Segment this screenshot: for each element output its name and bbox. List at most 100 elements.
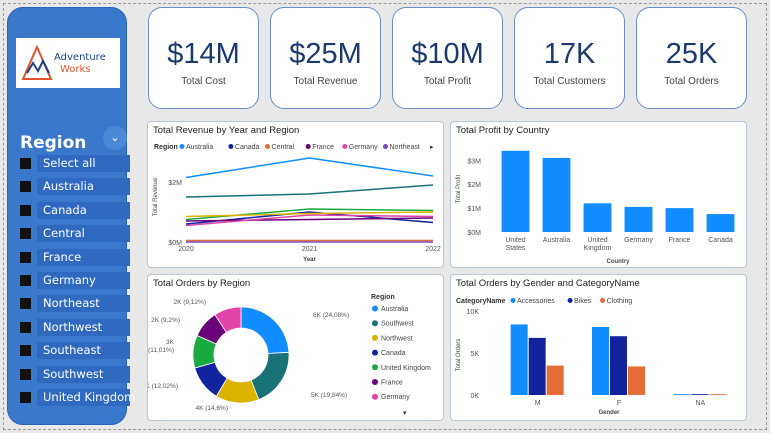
kpi-value: $14M: [167, 38, 240, 70]
x-tick-label: United Kingdom: [584, 237, 612, 252]
kpi-card: $10M Total Profit: [392, 7, 503, 109]
legend-marker: [600, 298, 606, 303]
series-line: [185, 157, 434, 179]
y-tick-label: $3M: [467, 158, 481, 165]
bar: [706, 214, 735, 232]
legend-marker: [265, 144, 270, 149]
y-tick-label: 0K: [470, 393, 479, 400]
y-tick-label: $0M: [467, 230, 481, 237]
kpi-label: Total Orders: [664, 76, 719, 87]
checkbox[interactable]: [20, 228, 31, 240]
legend-marker: [228, 144, 234, 149]
slicer-item[interactable]: Central: [20, 225, 130, 243]
bar: [673, 394, 691, 395]
legend-marker: [372, 393, 378, 400]
x-tick-label: Germany: [624, 237, 653, 244]
slicer-item[interactable]: Southeast: [20, 342, 130, 360]
legend-title: Region: [371, 294, 395, 301]
kpi-label: Total Revenue: [293, 76, 358, 87]
legend-scroll-icon: ▸: [430, 144, 434, 151]
orders-donut-panel: Total Orders by Region 6K (24,08%) 5K (19…: [147, 274, 444, 421]
checkbox[interactable]: [20, 345, 31, 357]
bar: [610, 336, 627, 395]
bar: [546, 365, 564, 395]
data-label: 4K (14,6%): [195, 405, 228, 412]
x-tick-label: France: [669, 237, 691, 244]
legend-item: Canada: [235, 144, 260, 151]
slicer-item[interactable]: Canada: [20, 201, 130, 219]
x-tick-label: Canada: [708, 237, 733, 244]
x-axis-title: Gender: [598, 410, 620, 416]
bar: [665, 208, 694, 232]
slicer-item[interactable]: Germany: [20, 272, 130, 289]
donut-slice: [240, 306, 290, 354]
bar: [691, 394, 709, 395]
orders-gender-chart[interactable]: CategoryName Accessories Bikes Clothing 0K 5K…: [451, 275, 748, 422]
y-axis-title: Total Revenue: [153, 177, 159, 216]
orders-donut-chart[interactable]: 6K (24,08%) 5K (19,84%) 4K (14,6%) 3K (12,0…: [148, 275, 445, 422]
slicer-item-label: Southeast: [37, 342, 130, 360]
slicer-item[interactable]: Select all: [20, 155, 130, 172]
kpi-card: $14M Total Cost: [148, 7, 259, 109]
x-axis-title: Country: [607, 259, 631, 265]
legend-marker: [567, 298, 573, 303]
checkbox[interactable]: [20, 251, 31, 263]
legend-marker: [372, 334, 378, 341]
bar: [501, 150, 530, 232]
data-label: 2K (9,2%): [151, 317, 180, 324]
chevron-down-icon[interactable]: ⌄: [103, 126, 127, 150]
checkbox[interactable]: [20, 181, 31, 193]
legend-item: Germany: [349, 144, 378, 151]
y-axis-title: Total Profit: [456, 175, 462, 204]
legend-marker: [179, 144, 185, 149]
data-label: 2K (9,12%): [173, 299, 206, 306]
bar: [510, 324, 528, 395]
bar: [528, 337, 546, 395]
legend-marker: [383, 144, 388, 149]
legend-item: Canada: [381, 350, 406, 357]
report-canvas: Adventure Works Region ⌄ Select all Austr…: [0, 0, 770, 433]
data-label: 5K (19,84%): [311, 392, 347, 399]
y-tick-label: $2M: [168, 180, 182, 187]
slicer-item[interactable]: Australia: [20, 178, 130, 196]
checkbox[interactable]: [20, 368, 31, 380]
legend-item: Bikes: [574, 298, 592, 305]
legend-item: Clothing: [607, 298, 633, 305]
x-tick-label: Australia: [543, 237, 570, 244]
bar: [592, 326, 609, 395]
slicer-item-label: United Kingdom: [37, 389, 135, 406]
bar: [542, 157, 571, 232]
legend-item: Australia: [186, 144, 213, 151]
legend-item: France: [312, 144, 334, 151]
slicer-item[interactable]: Northeast: [20, 295, 130, 313]
slicer-item[interactable]: France: [20, 248, 130, 266]
logo-text-line1: Adventure: [54, 52, 106, 63]
y-tick-label: 5K: [470, 351, 479, 358]
checkbox[interactable]: [20, 298, 31, 310]
slicer-item-label: Central: [37, 225, 130, 243]
kpi-value: $25M: [289, 38, 362, 70]
legend-title: Region: [154, 144, 178, 151]
legend-item: Northwest: [381, 335, 413, 342]
profit-bar-chart[interactable]: $0M $1M $2M $3M Total Profit United States Aust…: [451, 122, 748, 269]
sidebar: Adventure Works Region ⌄ Select all Austr…: [7, 7, 135, 425]
series-line: [185, 184, 434, 198]
y-axis-title: Total Orders: [456, 339, 462, 372]
kpi-label: Total Customers: [533, 76, 606, 87]
y-tick-label: $1M: [467, 206, 481, 213]
legend-title: CategoryName: [456, 298, 506, 305]
slicer-item[interactable]: Southwest: [20, 365, 130, 383]
checkbox[interactable]: [20, 275, 31, 286]
checkbox[interactable]: [20, 392, 31, 403]
legend-marker: [372, 349, 378, 356]
x-tick-label: 2020: [178, 246, 194, 253]
x-tick-label: F: [617, 400, 621, 407]
revenue-line-chart[interactable]: Region Australia Canada Central France German…: [148, 122, 445, 269]
slicer-item[interactable]: United Kingdom: [20, 389, 135, 406]
checkbox[interactable]: [20, 158, 31, 169]
checkbox[interactable]: [20, 321, 31, 333]
legend-marker: [372, 379, 378, 385]
data-label: 3K (11,01%): [148, 339, 175, 354]
slicer-item[interactable]: Northwest: [20, 318, 130, 336]
checkbox[interactable]: [20, 204, 31, 216]
